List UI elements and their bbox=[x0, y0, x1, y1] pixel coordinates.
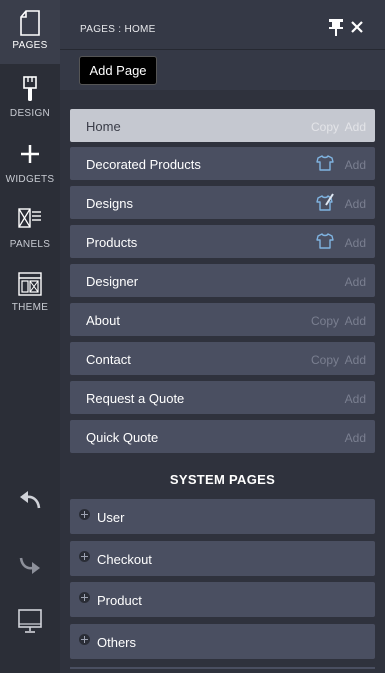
rail-label-theme: THEME bbox=[11, 302, 49, 313]
pages-panel: PAGES : HOME Add Page Home Copy Add Deco… bbox=[60, 0, 385, 673]
preview-button[interactable] bbox=[0, 608, 60, 639]
system-page-name: User bbox=[97, 510, 125, 525]
page-row-about[interactable]: About Copy Add bbox=[70, 303, 375, 336]
page-name: Quick Quote bbox=[86, 430, 159, 445]
monitor-icon bbox=[18, 609, 42, 633]
add-button[interactable]: Add bbox=[345, 197, 366, 211]
system-pages-heading: SYSTEM PAGES bbox=[169, 472, 276, 487]
system-row-user[interactable]: User bbox=[70, 499, 375, 534]
theme-icon bbox=[18, 272, 42, 296]
page-row-products[interactable]: Products Add bbox=[70, 225, 375, 258]
system-page-name: Product bbox=[97, 593, 142, 608]
add-button[interactable]: Add bbox=[345, 392, 366, 406]
rail-item-widgets[interactable]: WIDGETS bbox=[0, 144, 60, 194]
add-button[interactable]: Add bbox=[345, 236, 366, 250]
page-name: Request a Quote bbox=[86, 391, 185, 406]
page-row-designer[interactable]: Designer Add bbox=[70, 264, 375, 297]
rail-label-widgets: WIDGETS bbox=[5, 174, 55, 185]
add-button[interactable]: Add bbox=[345, 275, 366, 289]
page-row-request-a-quote[interactable]: Request a Quote Add bbox=[70, 381, 375, 414]
tshirt-icon bbox=[316, 233, 334, 249]
page-row-contact[interactable]: Contact Copy Add bbox=[70, 342, 375, 375]
page-row-quick-quote[interactable]: Quick Quote Add bbox=[70, 420, 375, 453]
add-button[interactable]: Add bbox=[345, 431, 366, 445]
add-button[interactable]: Add bbox=[345, 158, 366, 172]
expand-plus-icon[interactable] bbox=[79, 551, 90, 562]
copy-button[interactable]: Copy bbox=[311, 314, 339, 328]
redo-icon bbox=[19, 557, 40, 574]
rail-label-design: DESIGN bbox=[9, 108, 51, 119]
close-icon[interactable] bbox=[350, 19, 364, 35]
expand-plus-icon[interactable] bbox=[79, 592, 90, 603]
panel-title: PAGES : HOME bbox=[80, 24, 156, 35]
undo-icon bbox=[20, 491, 41, 509]
system-page-name: Checkout bbox=[97, 552, 152, 567]
add-button[interactable]: Add bbox=[345, 314, 366, 328]
brush-icon bbox=[23, 76, 37, 101]
rail-item-theme[interactable]: THEME bbox=[0, 272, 60, 322]
page-name: Products bbox=[86, 235, 138, 250]
page-name: Decorated Products bbox=[86, 157, 201, 172]
page-name: Contact bbox=[86, 352, 131, 367]
redo-button[interactable] bbox=[0, 555, 60, 582]
left-rail: PAGES DESIGN WIDGETS PANELS THEME bbox=[0, 0, 60, 673]
rail-item-pages[interactable]: PAGES bbox=[0, 0, 60, 64]
plus-icon bbox=[21, 145, 39, 163]
panels-icon bbox=[18, 208, 41, 228]
panel-header: PAGES : HOME bbox=[60, 0, 385, 50]
rail-item-panels[interactable]: PANELS bbox=[0, 207, 60, 257]
system-row-others[interactable]: Others bbox=[70, 624, 375, 659]
copy-button[interactable]: Copy bbox=[311, 120, 339, 134]
add-page-button[interactable]: Add Page bbox=[79, 56, 157, 85]
add-button[interactable]: Add bbox=[345, 353, 366, 367]
system-row-checkout[interactable]: Checkout bbox=[70, 541, 375, 576]
add-page-bar: Add Page bbox=[60, 50, 385, 90]
page-name: Home bbox=[86, 119, 121, 134]
page-icon bbox=[20, 10, 40, 36]
expand-plus-icon[interactable] bbox=[79, 634, 90, 645]
rail-label-panels: PANELS bbox=[9, 239, 51, 250]
copy-button[interactable]: Copy bbox=[311, 353, 339, 367]
rail-item-design[interactable]: DESIGN bbox=[0, 76, 60, 128]
expand-plus-icon[interactable] bbox=[79, 509, 90, 520]
rail-label-pages: PAGES bbox=[12, 40, 48, 51]
undo-button[interactable] bbox=[0, 488, 60, 515]
system-row-product[interactable]: Product bbox=[70, 582, 375, 617]
page-name: Designer bbox=[86, 274, 139, 289]
pin-icon[interactable] bbox=[328, 18, 344, 36]
page-name: Designs bbox=[86, 196, 133, 211]
tshirt-icon bbox=[316, 155, 334, 171]
system-page-name: Others bbox=[97, 635, 137, 650]
divider bbox=[70, 667, 375, 669]
page-row-home[interactable]: Home Copy Add bbox=[70, 109, 375, 142]
tshirt-brush-icon bbox=[316, 193, 334, 211]
add-button[interactable]: Add bbox=[345, 120, 366, 134]
page-row-designs[interactable]: Designs Add bbox=[70, 186, 375, 219]
page-name: About bbox=[86, 313, 120, 328]
page-row-decorated-products[interactable]: Decorated Products Add bbox=[70, 147, 375, 180]
